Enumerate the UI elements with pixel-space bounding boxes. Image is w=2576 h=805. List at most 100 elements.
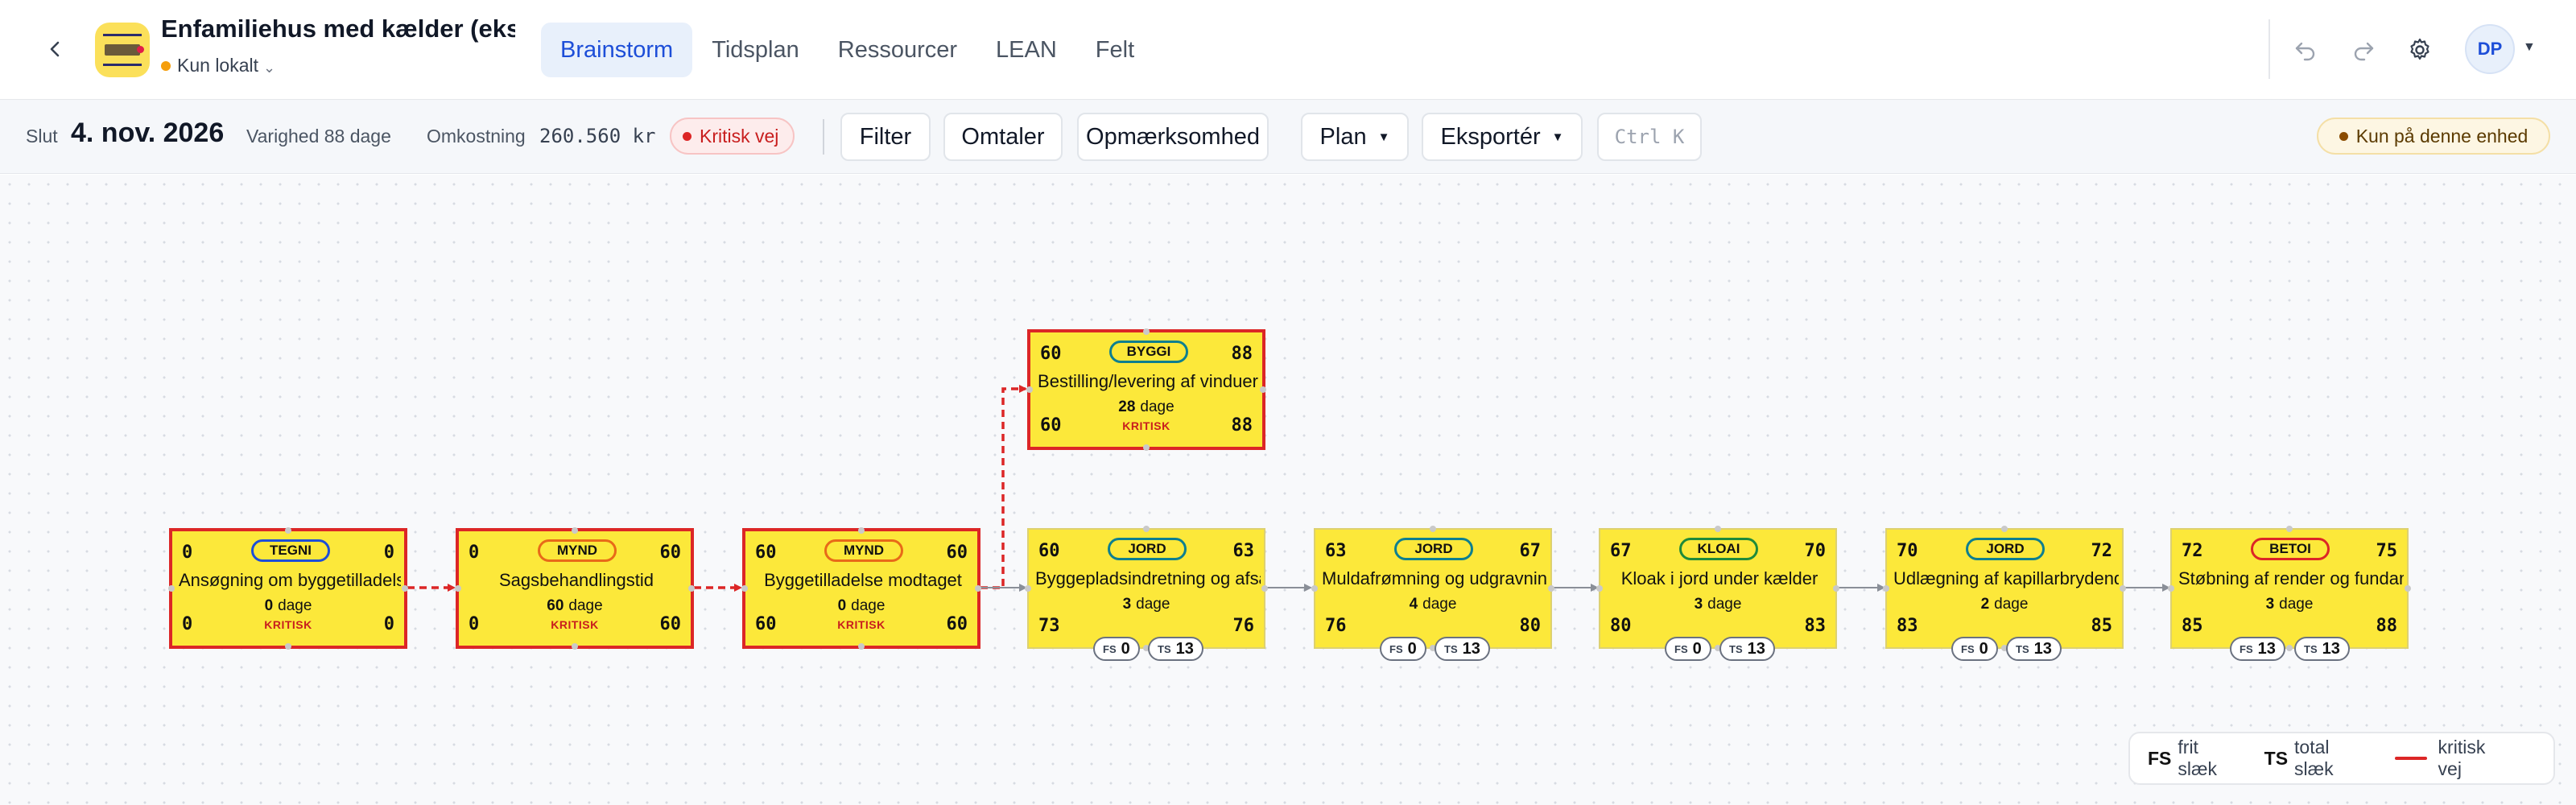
activity-node[interactable]: 67 KLOAI 70 Kloak i jord under kælder 3d… bbox=[1596, 526, 1839, 651]
toolbar-divider bbox=[823, 119, 824, 155]
activity-node[interactable]: 0 MYND 60 Sagsbehandlingstid 60 dage 0 KR… bbox=[455, 527, 695, 650]
connection-port[interactable] bbox=[741, 585, 748, 592]
tab-tidsplan[interactable]: Tidsplan bbox=[692, 23, 819, 77]
connection-port[interactable] bbox=[2286, 645, 2293, 651]
undo-button[interactable] bbox=[2288, 32, 2323, 68]
activity-duration: 4 dage bbox=[1409, 596, 1457, 613]
earliest-start: 67 bbox=[1610, 541, 1632, 561]
connection-port[interactable] bbox=[2168, 585, 2174, 592]
project-toolbar: Slut 4. nov. 2026 Varighed 88 dage Omkos… bbox=[0, 100, 2576, 174]
free-slack-pill: FS 0 bbox=[1093, 637, 1140, 661]
legend-free-slack: FS frit slæk bbox=[2148, 737, 2217, 779]
activity-node[interactable]: 72 BETOI 75 Støbning af render og fundam… bbox=[2168, 526, 2411, 651]
connection-port[interactable] bbox=[572, 643, 578, 650]
critical-edge[interactable] bbox=[980, 385, 1027, 589]
latest-finish: 76 bbox=[1232, 616, 1255, 636]
connection-port[interactable] bbox=[1311, 585, 1318, 592]
tab-lean[interactable]: LEAN bbox=[976, 23, 1076, 77]
activity-duration: 3 dage bbox=[1694, 596, 1742, 613]
activity-node[interactable]: 70 JORD 72 Udlægning af kapillarbrydende… bbox=[1883, 526, 2126, 651]
connection-port[interactable] bbox=[1026, 386, 1033, 393]
settings-button[interactable] bbox=[2402, 32, 2438, 68]
activity-node[interactable]: 0 TEGNI 0 Ansøgning om byggetilladelse 0… bbox=[168, 527, 408, 650]
activity-node[interactable]: 60 MYND 60 Byggetilladelse modtaget 0 dag… bbox=[741, 527, 981, 650]
latest-finish: 85 bbox=[2091, 616, 2113, 636]
user-avatar[interactable]: DP bbox=[2465, 24, 2515, 74]
connection-port[interactable] bbox=[1833, 585, 1839, 592]
back-button[interactable] bbox=[37, 31, 74, 68]
legend: FS frit slæk TS total slæk kritisk vej bbox=[2128, 732, 2555, 785]
connection-port[interactable] bbox=[688, 585, 695, 592]
connection-port[interactable] bbox=[2286, 526, 2293, 532]
total-slack-pill: TS 13 bbox=[2294, 637, 2350, 661]
export-dropdown[interactable]: Eksportér ▼ bbox=[1422, 113, 1583, 161]
activity-duration: 28 dage bbox=[1118, 398, 1174, 415]
connection-port[interactable] bbox=[1143, 526, 1150, 532]
connection-port[interactable] bbox=[858, 643, 865, 650]
activity-duration: 3 dage bbox=[1122, 596, 1170, 613]
latest-finish: 60 bbox=[946, 614, 968, 634]
connection-port[interactable] bbox=[455, 585, 461, 592]
connection-port[interactable] bbox=[975, 585, 981, 592]
comments-button[interactable]: Omtaler bbox=[943, 113, 1063, 161]
connection-port[interactable] bbox=[858, 527, 865, 534]
connection-port[interactable] bbox=[1715, 526, 1721, 532]
activity-duration: 60 dage bbox=[547, 597, 603, 614]
connection-port[interactable] bbox=[1596, 585, 1603, 592]
plan-dropdown[interactable]: Plan ▼ bbox=[1301, 113, 1409, 161]
connection-port[interactable] bbox=[1025, 585, 1031, 592]
trade-tag: JORD bbox=[1394, 538, 1473, 560]
cost-value: 260.560 kr bbox=[539, 125, 656, 147]
local-device-badge: Kun på denne enhed bbox=[2317, 118, 2550, 155]
activity-name: Kloak i jord under kælder bbox=[1620, 568, 1818, 588]
earliest-finish: 75 bbox=[2376, 541, 2398, 561]
total-slack-pill: TS 13 bbox=[1148, 637, 1203, 661]
connection-port[interactable] bbox=[2405, 585, 2411, 592]
activity-name: Byggetilladelse modtaget bbox=[764, 570, 962, 590]
earliest-start: 70 bbox=[1897, 541, 1918, 561]
redo-button[interactable] bbox=[2346, 32, 2381, 68]
latest-start: 83 bbox=[1897, 616, 1918, 636]
tab-felt[interactable]: Felt bbox=[1076, 23, 1154, 77]
chevron-down-icon[interactable]: ▼ bbox=[2523, 40, 2536, 55]
activity-name: Sagsbehandlingstid bbox=[498, 570, 654, 590]
connection-port[interactable] bbox=[2001, 526, 2008, 532]
connection-port[interactable] bbox=[285, 643, 291, 650]
connection-port[interactable] bbox=[168, 585, 175, 592]
connection-port[interactable] bbox=[1143, 328, 1150, 335]
activity-node[interactable]: 60 BYGGI 88 Bestilling/levering af vindu… bbox=[1026, 328, 1266, 451]
project-title[interactable]: Enfamiliehus med kælder (ekse… bbox=[161, 14, 515, 43]
connection-port[interactable] bbox=[1430, 526, 1436, 532]
connection-port[interactable] bbox=[402, 585, 408, 592]
connection-port[interactable] bbox=[285, 527, 291, 534]
connection-port[interactable] bbox=[572, 527, 578, 534]
free-slack-pill: FS 0 bbox=[1951, 637, 1998, 661]
activity-name: Byggepladsindretning og afsætning bbox=[1035, 568, 1261, 588]
export-label: Eksportér bbox=[1440, 123, 1541, 150]
connection-port[interactable] bbox=[1883, 585, 1889, 592]
connection-port[interactable] bbox=[1143, 444, 1150, 451]
activity-node[interactable]: 60 JORD 63 Byggepladsindretning og afsæt… bbox=[1025, 526, 1268, 651]
connection-port[interactable] bbox=[1548, 585, 1554, 592]
connection-port[interactable] bbox=[1261, 585, 1268, 592]
command-search[interactable]: Ctrl K bbox=[1597, 113, 1702, 161]
tab-ressourcer[interactable]: Ressourcer bbox=[819, 23, 976, 77]
trade-tag: TEGNI bbox=[251, 539, 330, 562]
critical-label: KRITISK bbox=[1122, 419, 1170, 432]
storage-status[interactable]: Kun lokalt ⌄ bbox=[161, 55, 275, 76]
critical-path-toggle[interactable]: Kritisk vej bbox=[670, 118, 795, 155]
earliest-finish: 0 bbox=[383, 543, 394, 563]
attention-button[interactable]: Opmærksomhed bbox=[1077, 113, 1269, 161]
latest-finish: 88 bbox=[2376, 616, 2398, 636]
legend-total-slack: TS total slæk bbox=[2264, 737, 2334, 779]
activity-node[interactable]: 63 JORD 67 Muldafrømning og udgravning 4… bbox=[1311, 526, 1554, 651]
header-divider bbox=[2268, 19, 2270, 79]
latest-start: 85 bbox=[2182, 616, 2203, 636]
earliest-finish: 63 bbox=[1232, 541, 1255, 561]
connection-port[interactable] bbox=[2120, 585, 2126, 592]
network-canvas[interactable]: 0 TEGNI 0 Ansøgning om byggetilladelse 0… bbox=[0, 175, 2576, 805]
tab-brainstorm[interactable]: Brainstorm bbox=[541, 23, 693, 77]
free-slack-pill: FS 13 bbox=[2230, 637, 2285, 661]
filter-button[interactable]: Filter bbox=[840, 113, 931, 161]
connection-port[interactable] bbox=[1260, 386, 1266, 393]
